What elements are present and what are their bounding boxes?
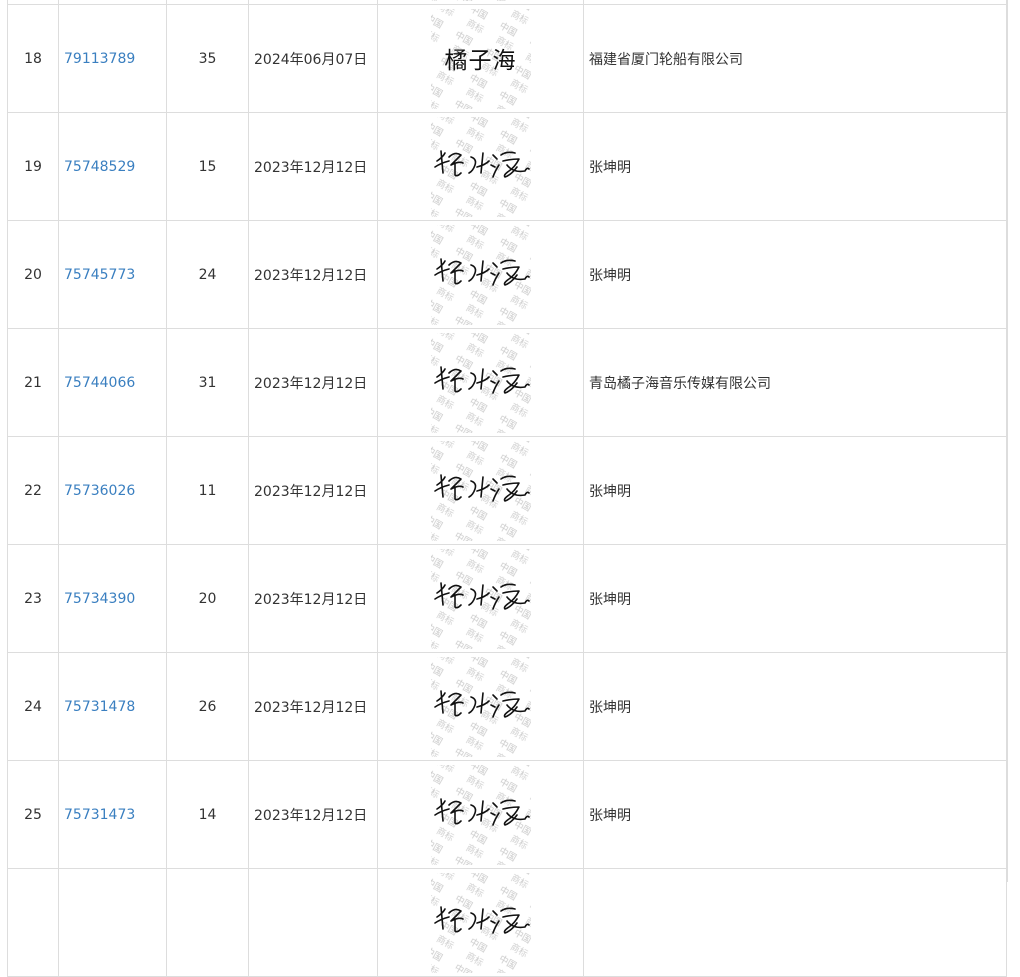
class-number: 20 [166, 544, 249, 653]
trademark-table: 17 中国 商标 1879113789352024年06月07日 中国 商标 橘… [7, 0, 1007, 977]
trademark-image-cell: 中国 商标 [377, 652, 584, 761]
trademark-image-cell: 中国 商标 [377, 112, 584, 221]
trademark-image[interactable]: 中国 商标 [430, 224, 531, 325]
applicant-name: 张坤明 [583, 760, 1007, 869]
trademark-table-wrapper: 17 中国 商标 1879113789352024年06月07日 中国 商标 橘… [7, 0, 1007, 977]
application-date [248, 868, 378, 977]
applicant-name: 张坤明 [583, 436, 1007, 545]
trademark-image[interactable]: 中国 商标 [430, 116, 531, 217]
row-index: 24 [7, 652, 59, 761]
registration-number-link[interactable]: 75736026 [64, 483, 135, 499]
table-row: 22 75736026 112023年12月12日 中国 商标 张坤明 [7, 436, 1007, 545]
table-row: 24 75731478 262023年12月12日 中国 商标 张坤明 [7, 652, 1007, 761]
application-date: 2024年06月07日 [248, 4, 378, 113]
row-index: 23 [7, 544, 59, 653]
table-row: 中国 商标 [7, 868, 1007, 977]
trademark-table-body: 17 中国 商标 1879113789352024年06月07日 中国 商标 橘… [7, 0, 1007, 977]
trademark-image-cell: 中国 商标 橘子海 [377, 4, 584, 113]
trademark-image-cell: 中国 商标 [377, 544, 584, 653]
row-index: 21 [7, 328, 59, 437]
class-number: 24 [166, 220, 249, 329]
applicant-name: 张坤明 [583, 112, 1007, 221]
trademark-image-cell: 中国 商标 [377, 760, 584, 869]
applicant-name [583, 868, 1007, 977]
row-index: 19 [7, 112, 59, 221]
registration-number-cell: 75736026 [58, 436, 167, 545]
application-date: 2023年12月12日 [248, 220, 378, 329]
class-number: 31 [166, 328, 249, 437]
registration-number-cell [58, 868, 167, 977]
trademark-image-cell: 中国 商标 [377, 436, 584, 545]
table-row: 21 75744066 312023年12月12日 中国 商标 青岛橘子海音乐传媒有… [7, 328, 1007, 437]
row-index [7, 868, 59, 977]
trademark-image[interactable]: 中国 商标 [430, 548, 531, 649]
applicant-name: 福建省厦门轮船有限公司 [583, 4, 1007, 113]
registration-number-cell: 79113789 [58, 4, 167, 113]
registration-number-link[interactable]: 75731473 [64, 807, 135, 823]
class-number: 35 [166, 4, 249, 113]
class-number [166, 868, 249, 977]
row-index: 18 [7, 4, 59, 113]
registration-number-link[interactable]: 75744066 [64, 375, 135, 391]
trademark-image[interactable]: 中国 商标 [430, 656, 531, 757]
row-index: 22 [7, 436, 59, 545]
row-index: 25 [7, 760, 59, 869]
row-index: 20 [7, 220, 59, 329]
registration-number-cell: 75745773 [58, 220, 167, 329]
registration-number-cell: 75748529 [58, 112, 167, 221]
class-number: 15 [166, 112, 249, 221]
application-date: 2023年12月12日 [248, 328, 378, 437]
trademark-image[interactable]: 中国 商标 [430, 872, 531, 973]
registration-number-cell: 75734390 [58, 544, 167, 653]
registration-number-link[interactable]: 75731478 [64, 699, 135, 715]
trademark-image-cell: 中国 商标 [377, 220, 584, 329]
trademark-text-mark: 橘子海 [444, 47, 517, 74]
table-row: 18 79113789 352024年06月07日 中国 商标 橘子海福建省厦门轮船… [7, 4, 1007, 113]
table-row: 19 75748529 152023年12月12日 中国 商标 张坤明 [7, 112, 1007, 221]
application-date: 2023年12月12日 [248, 436, 378, 545]
registration-number-link[interactable]: 79113789 [64, 51, 135, 67]
application-date: 2023年12月12日 [248, 112, 378, 221]
applicant-name: 张坤明 [583, 220, 1007, 329]
application-date: 2023年12月12日 [248, 760, 378, 869]
applicant-name: 青岛橘子海音乐传媒有限公司 [583, 328, 1007, 437]
trademark-image-cell: 中国 商标 [377, 868, 584, 977]
table-row: 25 75731473 142023年12月12日 中国 商标 张坤明 [7, 760, 1007, 869]
applicant-name: 张坤明 [583, 544, 1007, 653]
class-number: 26 [166, 652, 249, 761]
trademark-image[interactable]: 中国 商标 [430, 440, 531, 541]
trademark-image[interactable]: 中国 商标 [430, 332, 531, 433]
registration-number-cell: 75731478 [58, 652, 167, 761]
registration-number-link[interactable]: 75748529 [64, 159, 135, 175]
trademark-image[interactable]: 中国 商标 橘子海 [430, 8, 531, 109]
class-number: 11 [166, 436, 249, 545]
registration-number-cell: 75744066 [58, 328, 167, 437]
table-row: 20 75745773 242023年12月12日 中国 商标 张坤明 [7, 220, 1007, 329]
application-date: 2023年12月12日 [248, 652, 378, 761]
registration-number-link[interactable]: 75745773 [64, 267, 135, 283]
trademark-image[interactable]: 中国 商标 [430, 0, 531, 1]
trademark-image[interactable]: 中国 商标 [430, 764, 531, 865]
registration-number-link[interactable]: 75734390 [64, 591, 135, 607]
registration-number-cell: 75731473 [58, 760, 167, 869]
page-right-border [1007, 0, 1008, 882]
trademark-image-cell: 中国 商标 [377, 328, 584, 437]
class-number: 14 [166, 760, 249, 869]
application-date: 2023年12月12日 [248, 544, 378, 653]
applicant-name: 张坤明 [583, 652, 1007, 761]
table-row: 23 75734390 202023年12月12日 中国 商标 张坤明 [7, 544, 1007, 653]
